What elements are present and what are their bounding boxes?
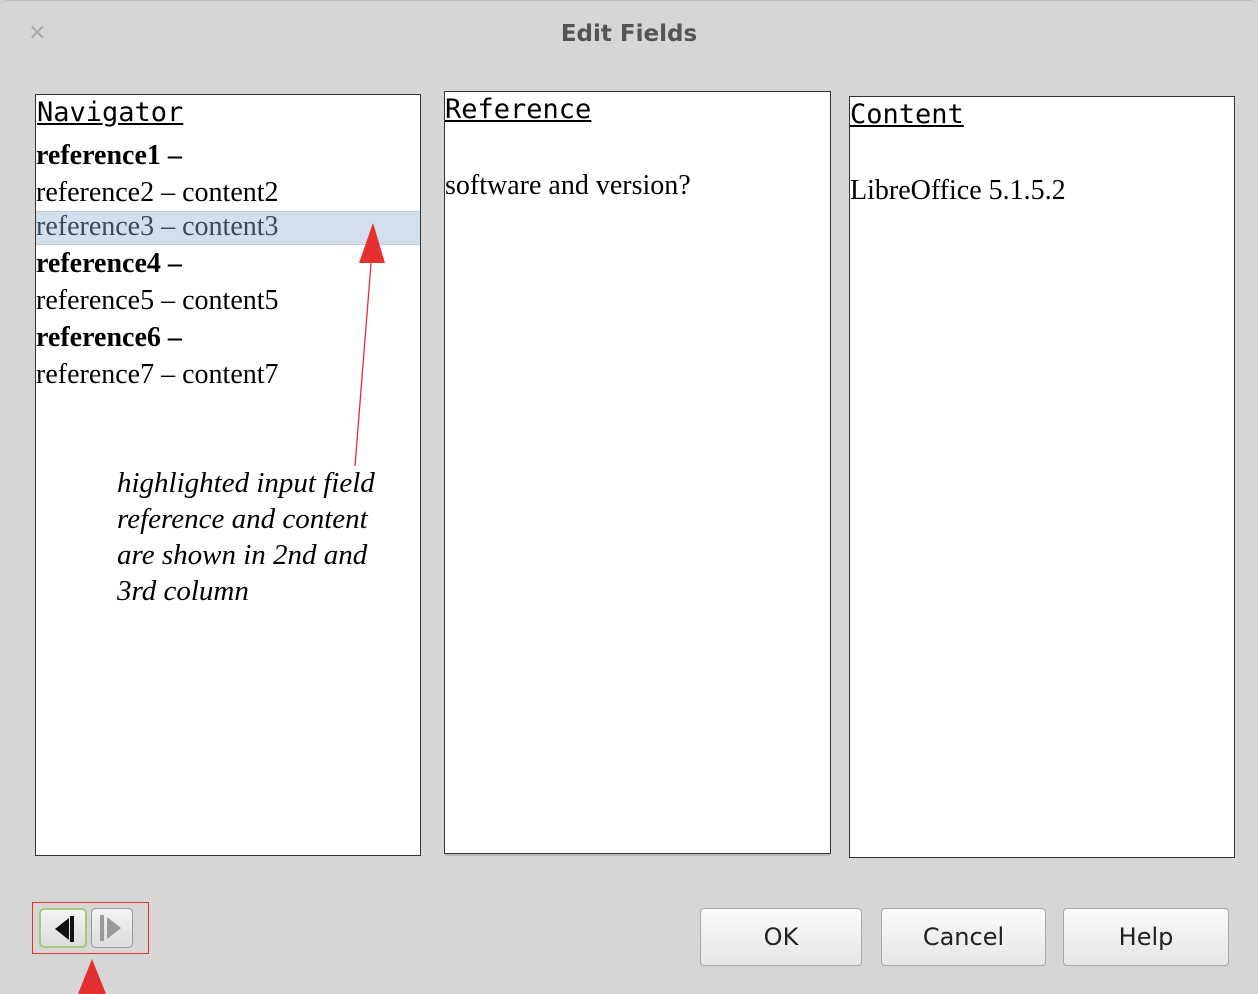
next-button[interactable] (91, 908, 133, 948)
ok-button[interactable]: OK (700, 908, 862, 966)
annotation-line: highlighted input field (117, 467, 375, 499)
annotation-line: are shown in 2nd and (117, 539, 368, 571)
navigator-heading: Navigator (37, 97, 184, 128)
navigation-buttons (32, 902, 149, 954)
cancel-button[interactable]: Cancel (881, 908, 1046, 966)
content-panel[interactable]: Content LibreOffice 5.1.5.2 (849, 96, 1235, 858)
navigator-panel: Navigator reference1 – reference2 – cont… (35, 94, 421, 856)
edit-fields-dialog: × Edit Fields Navigator reference1 – ref… (0, 0, 1258, 994)
annotation-line: reference and content (117, 503, 368, 535)
title-bar: × Edit Fields (0, 1, 1258, 69)
annotation-text: highlighted input field reference and co… (117, 465, 417, 609)
navigator-item-reference6[interactable]: reference6 – (36, 319, 420, 356)
navigator-item-reference7[interactable]: reference7 – content7 (36, 356, 420, 393)
help-button[interactable]: Help (1063, 908, 1229, 966)
navigator-item-reference1[interactable]: reference1 – (36, 137, 420, 174)
navigator-item-reference2[interactable]: reference2 – content2 (36, 174, 420, 211)
annotation-arrowhead-bottom (78, 959, 106, 994)
dialog-title: Edit Fields (560, 21, 698, 47)
previous-button[interactable] (39, 908, 87, 948)
navigator-item-reference4[interactable]: reference4 – (36, 245, 420, 282)
content-heading: Content (850, 99, 964, 130)
reference-heading: Reference (445, 94, 592, 125)
navigator-item-reference5[interactable]: reference5 – content5 (36, 282, 420, 319)
navigator-item-reference3[interactable]: reference3 – content3 (36, 211, 420, 245)
content-value[interactable]: LibreOffice 5.1.5.2 (850, 175, 1066, 207)
navigator-list: reference1 – reference2 – content2 refer… (36, 137, 420, 393)
annotation-line: 3rd column (117, 575, 249, 607)
reference-value[interactable]: software and version? (445, 170, 691, 202)
reference-panel[interactable]: Reference software and version? (444, 91, 831, 854)
